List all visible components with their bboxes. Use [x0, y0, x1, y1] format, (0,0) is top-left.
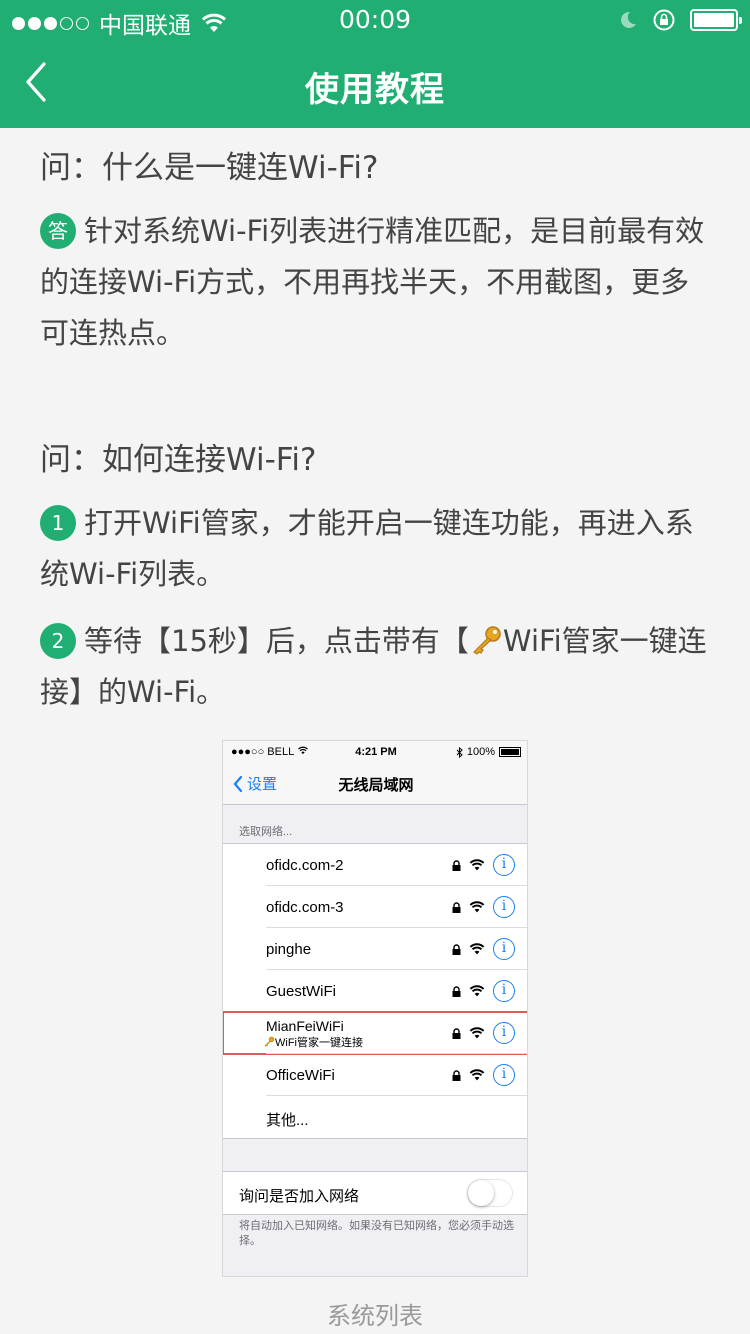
network-row: ofidc.com-3 i — [223, 886, 527, 928]
example-network-list: ofidc.com-2 i ofidc.com-3 i pinghe i Gue… — [223, 843, 527, 1139]
question-2: 问：如何连接Wi-Fi? — [40, 442, 317, 478]
example-battery-percent: 100% — [466, 746, 495, 758]
example-footer-note: 将自动加入已知网络。如果没有已知网络，您必须手动选择。 — [239, 1220, 514, 1247]
info-icon: i — [493, 1022, 515, 1044]
wifi-signal-icon — [469, 859, 485, 871]
step-2: 2 等待【15秒】后，点击带有【 WiFi管家一键连接】的Wi-Fi。 — [40, 616, 710, 718]
lock-icon — [452, 943, 461, 955]
wifi-signal-icon — [469, 1069, 485, 1081]
lock-icon — [452, 1027, 461, 1039]
wifi-signal-icon — [469, 985, 485, 997]
step-1-text: 打开WiFi管家，才能开启一键连功能，再进入系统Wi-Fi列表。 — [40, 506, 694, 591]
nav-bar: 使用教程 — [0, 40, 750, 128]
network-row: GuestWiFi i — [223, 970, 527, 1012]
example-battery-icon — [499, 747, 521, 757]
status-bar: 中国联通 00:09 — [0, 0, 750, 40]
lock-icon — [452, 1069, 461, 1081]
moon-icon — [621, 11, 636, 28]
lock-icon — [452, 985, 461, 997]
example-status-right: 100% — [456, 746, 521, 758]
bluetooth-icon — [456, 746, 463, 758]
example-status-bar: ●●●○○ BELL 4:21 PM 100% — [223, 741, 527, 763]
question-1: 问：什么是一键连Wi-Fi? — [40, 150, 379, 186]
example-section-label: 选取网络... — [239, 826, 293, 838]
one-tap-connect-tag: WiFi管家一键连接 — [263, 1034, 363, 1050]
ask-to-join-label: 询问是否加入网络 — [239, 1188, 360, 1205]
network-row: OfficeWiFi i — [223, 1054, 527, 1096]
answer-badge: 答 — [40, 213, 76, 249]
example-title: 无线局域网 — [338, 777, 414, 794]
ask-to-join-toggle — [467, 1179, 513, 1207]
network-row: pinghe i — [223, 928, 527, 970]
example-screenshot: ●●●○○ BELL 4:21 PM 100% 设置 无线局域网 选取网络...… — [222, 740, 528, 1277]
top-bar: 中国联通 00:09 使用教程 — [0, 0, 750, 128]
step-1: 1 打开WiFi管家，才能开启一键连功能，再进入系统Wi-Fi列表。 — [40, 498, 710, 600]
info-icon: i — [493, 980, 515, 1002]
network-row-other: 其他... — [266, 1112, 309, 1129]
screenshot-caption: 系统列表 — [327, 1302, 423, 1330]
rotation-lock-icon — [653, 9, 675, 31]
page-title: 使用教程 — [305, 70, 445, 110]
answer-1: 答针对系统Wi-Fi列表进行精准匹配，是目前最有效的连接Wi-Fi方式，不用再找… — [40, 206, 710, 359]
step-1-badge: 1 — [40, 505, 76, 541]
info-icon: i — [493, 896, 515, 918]
network-row-highlighted: MianFeiWiFi WiFi管家一键连接 i — [223, 1011, 527, 1055]
lock-icon — [452, 901, 461, 913]
step-2-badge: 2 — [40, 623, 76, 659]
wifi-signal-icon — [469, 943, 485, 955]
info-icon: i — [493, 1064, 515, 1086]
network-row: ofidc.com-2 i — [223, 844, 527, 886]
battery-icon — [690, 9, 742, 31]
info-icon: i — [493, 938, 515, 960]
example-spacer — [223, 1139, 527, 1173]
example-ask-to-join-row: 询问是否加入网络 — [223, 1171, 527, 1215]
answer-1-text: 针对系统Wi-Fi列表进行精准匹配，是目前最有效的连接Wi-Fi方式，不用再找半… — [40, 214, 705, 350]
example-nav-bar: 设置 无线局域网 — [223, 763, 527, 805]
key-icon — [472, 626, 501, 655]
wifi-signal-icon — [469, 1027, 485, 1039]
lock-icon — [452, 859, 461, 871]
status-right — [618, 8, 742, 32]
wifi-signal-icon — [469, 901, 485, 913]
step-2-text-before: 等待【15秒】后，点击带有【 — [84, 624, 469, 658]
info-icon: i — [493, 854, 515, 876]
small-key-icon — [264, 1036, 275, 1047]
